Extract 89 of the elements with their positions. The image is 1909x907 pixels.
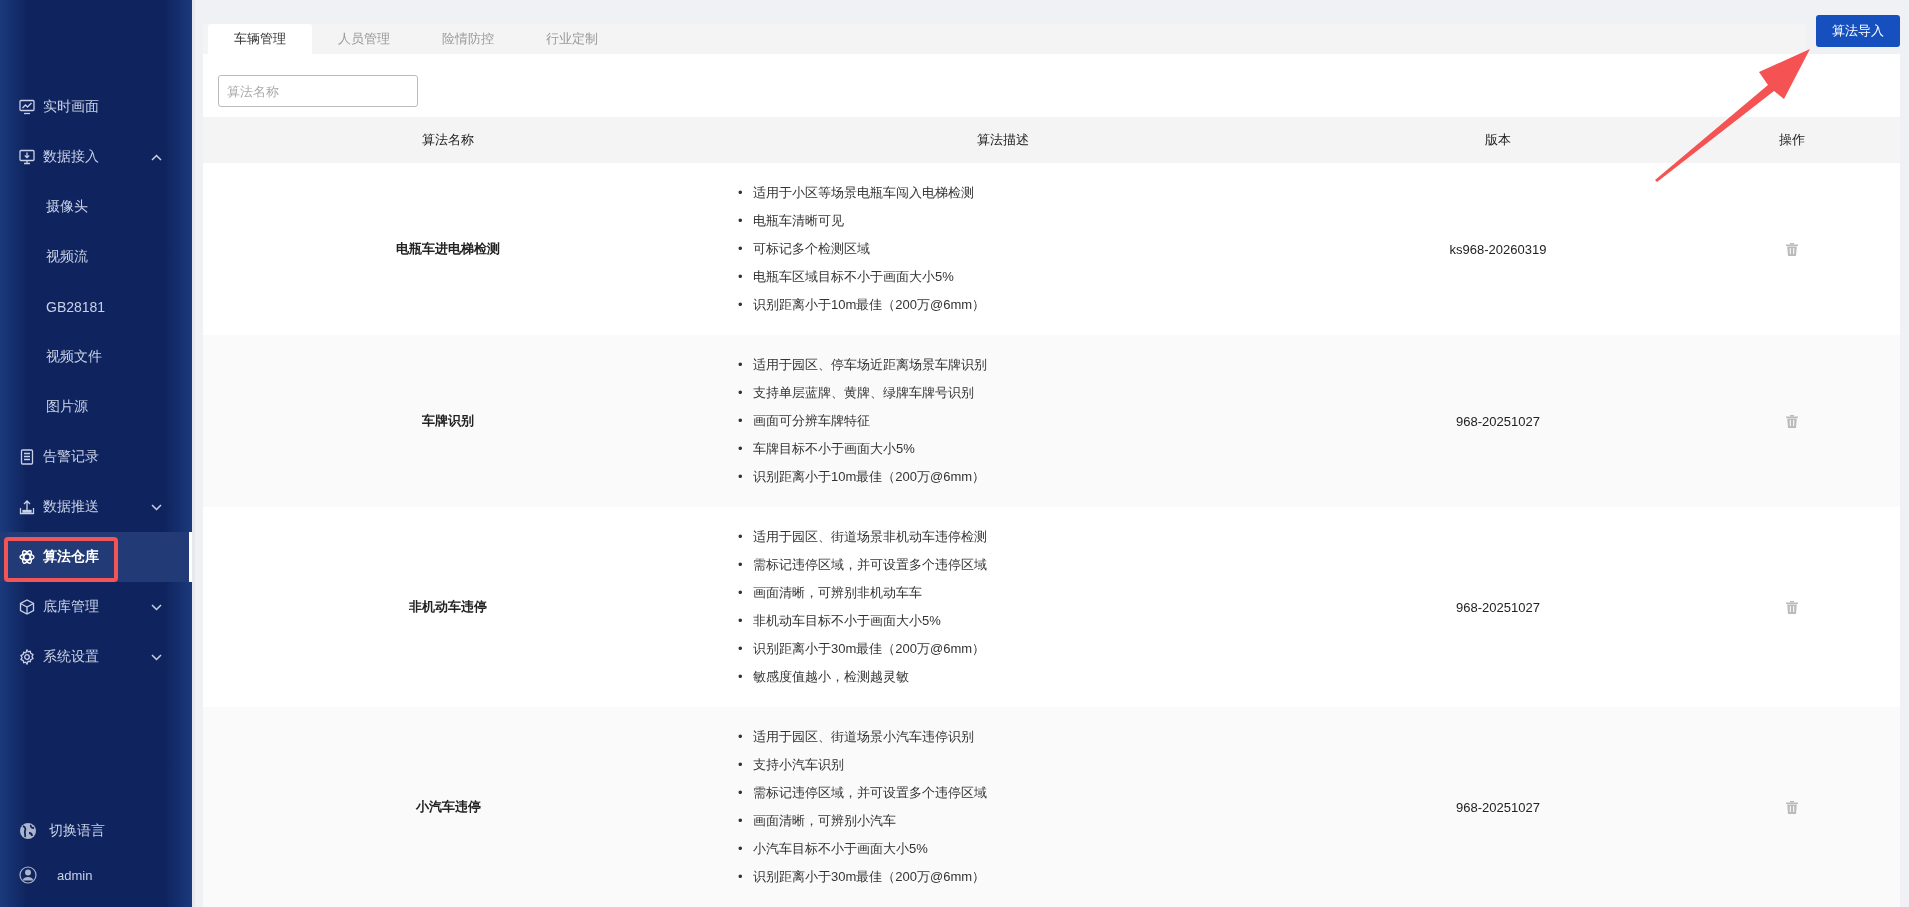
description-item: 识别距离小于10m最佳（200万@6mm） — [753, 468, 986, 486]
list-bullet: • — [738, 556, 744, 574]
list-bullet: • — [738, 584, 744, 602]
document-list-icon — [19, 449, 35, 465]
caret-icon — [151, 603, 162, 611]
algorithm-name: 非机动车违停 — [408, 598, 488, 616]
description-item: 电瓶车区域目标不小于画面大小5% — [753, 268, 954, 286]
version-text: ks968-20260319 — [1448, 241, 1548, 257]
sidebar-item[interactable]: 告警记录 — [0, 432, 192, 482]
caret-icon — [151, 653, 162, 661]
version-text: 968-20251027 — [1455, 799, 1541, 815]
description-item: 车牌目标不小于画面大小5% — [753, 440, 915, 458]
sidebar-item[interactable]: 摄像头 — [0, 182, 192, 232]
caret-icon — [151, 503, 162, 511]
sidebar-item[interactable]: 底库管理 — [0, 582, 192, 632]
description-item: 支持单层蓝牌、黄牌、绿牌车牌号识别 — [753, 384, 974, 402]
description-item: 小汽车目标不小于画面大小5% — [753, 840, 928, 858]
upload-tray-icon — [19, 499, 35, 515]
list-bullet: • — [738, 296, 744, 314]
trash-icon[interactable] — [1785, 414, 1798, 428]
tab[interactable]: 车辆管理 — [208, 24, 312, 54]
list-bullet: • — [738, 640, 744, 658]
list-bullet: • — [738, 356, 744, 374]
description-item: 画面可分辨车牌特征 — [753, 412, 870, 430]
sidebar-item[interactable]: 系统设置 — [0, 632, 192, 682]
cube-icon — [19, 599, 35, 615]
column-header: 算法名称 — [421, 131, 475, 149]
list-bullet: • — [738, 756, 744, 774]
list-bullet: • — [738, 440, 744, 458]
trash-icon[interactable] — [1785, 800, 1798, 814]
description-item: 支持小汽车识别 — [753, 756, 844, 774]
monitor-download-icon — [19, 149, 35, 165]
sidebar-item[interactable]: 视频流 — [0, 232, 192, 282]
search-field[interactable]: 算法名称 — [218, 75, 418, 107]
description-item: 识别距离小于30m最佳（200万@6mm） — [753, 868, 986, 886]
list-bullet: • — [738, 268, 744, 286]
algorithm-name: 小汽车违停 — [414, 798, 482, 816]
description-item: 适用于小区等场景电瓶车闯入电梯检测 — [753, 184, 974, 202]
list-bullet: • — [738, 212, 744, 230]
description-item: 敏感度值越小，检测越灵敏 — [753, 668, 909, 686]
language-switch-link[interactable]: 切换语言 — [49, 822, 105, 840]
sidebar-item[interactable]: 图片源 — [0, 382, 192, 432]
caret-icon — [151, 153, 162, 161]
list-bullet: • — [738, 384, 744, 402]
description-item: 识别距离小于30m最佳（200万@6mm） — [753, 640, 986, 658]
list-bullet: • — [738, 468, 744, 486]
version-text: 968-20251027 — [1455, 599, 1541, 615]
trash-icon[interactable] — [1785, 600, 1798, 614]
import-button[interactable]: 算法导入 — [1816, 15, 1900, 47]
list-bullet: • — [738, 184, 744, 202]
list-bullet: • — [738, 812, 744, 830]
algorithm-name: 车牌识别 — [421, 412, 475, 430]
description-item: 需标记违停区域，并可设置多个违停区域 — [753, 556, 987, 574]
list-bullet: • — [738, 868, 744, 886]
description-item: 非机动车目标不小于画面大小5% — [753, 612, 941, 630]
column-header: 操作 — [1777, 131, 1806, 149]
column-header: 版本 — [1484, 131, 1512, 149]
sidebar-item[interactable]: 数据接入 — [0, 132, 192, 182]
algorithm-name: 电瓶车进电梯检测 — [395, 240, 501, 258]
description-item: 画面清晰，可辨别非机动车车 — [753, 584, 922, 602]
user-name: admin — [57, 867, 93, 883]
description-item: 识别距离小于10m最佳（200万@6mm） — [753, 296, 986, 314]
user-avatar-icon — [19, 866, 37, 884]
chart-monitor-icon — [19, 99, 35, 115]
description-item: 可标记多个检测区域 — [753, 240, 870, 258]
settings-icon — [19, 649, 35, 665]
description-item: 画面清晰，可辨别小汽车 — [753, 812, 896, 830]
list-bullet: • — [738, 668, 744, 686]
atom-icon — [19, 549, 35, 565]
description-item: 需标记违停区域，并可设置多个违停区域 — [753, 784, 987, 802]
description-item: 电瓶车清晰可见 — [753, 212, 844, 230]
description-item: 适用于园区、停车场近距离场景车牌识别 — [753, 356, 987, 374]
list-bullet: • — [738, 784, 744, 802]
globe-icon — [19, 822, 37, 840]
description-item: 适用于园区、街道场景非机动车违停检测 — [753, 528, 987, 546]
list-bullet: • — [738, 728, 744, 746]
description-item: 适用于园区、街道场景小汽车违停识别 — [753, 728, 974, 746]
column-header: 算法描述 — [976, 131, 1030, 149]
sidebar-item[interactable]: 视频文件 — [0, 332, 192, 382]
sidebar-item[interactable]: 实时画面 — [0, 82, 192, 132]
sidebar-item[interactable]: GB28181 — [0, 282, 192, 332]
sidebar-item[interactable]: 数据推送 — [0, 482, 192, 532]
version-text: 968-20251027 — [1455, 413, 1541, 429]
list-bullet: • — [738, 412, 744, 430]
list-bullet: • — [738, 528, 744, 546]
trash-icon[interactable] — [1785, 242, 1798, 256]
list-bullet: • — [738, 240, 744, 258]
list-bullet: • — [738, 840, 744, 858]
list-bullet: • — [738, 612, 744, 630]
